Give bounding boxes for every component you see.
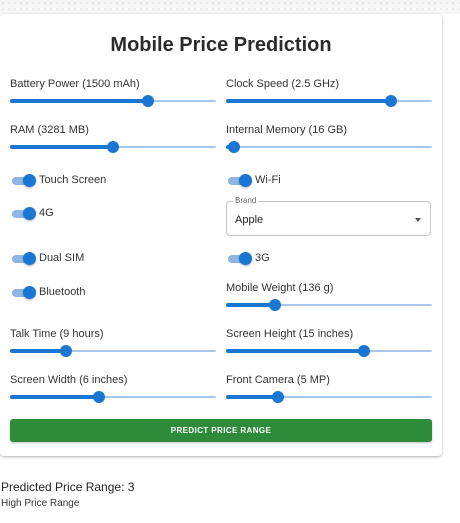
talk-time-slider[interactable] <box>10 344 216 358</box>
slider-thumb[interactable] <box>59 345 72 357</box>
four-g-toggle[interactable] <box>10 207 36 221</box>
wifi-toggle[interactable] <box>226 174 252 188</box>
screen-height-label: Screen Height (15 inches) <box>226 328 354 340</box>
clock-speed-label: Clock Speed (2.5 GHz) <box>226 78 340 90</box>
slider-thumb[interactable] <box>228 141 241 153</box>
touch-screen-label: Touch Screen <box>39 174 107 186</box>
mobile-weight-slider[interactable] <box>226 298 432 312</box>
screen-width-slider[interactable] <box>10 390 216 404</box>
touch-screen-toggle[interactable] <box>10 174 36 188</box>
background-pattern <box>0 0 460 14</box>
dual-sim-label: Dual SIM <box>39 252 85 264</box>
front-camera-label: Front Camera (5 MP) <box>226 374 330 386</box>
bluetooth-label: Bluetooth <box>39 286 86 298</box>
chevron-down-icon[interactable] <box>415 218 421 222</box>
slider-thumb[interactable] <box>142 95 155 107</box>
front-camera-slider[interactable] <box>226 390 432 404</box>
slider-thumb[interactable] <box>269 299 282 311</box>
three-g-toggle[interactable] <box>226 252 252 266</box>
dual-sim-toggle[interactable] <box>10 252 36 266</box>
slider-thumb[interactable] <box>358 345 371 357</box>
brand-select-value: Apple <box>235 214 264 226</box>
predict-price-range-button[interactable]: PREDICT PRICE RANGE <box>10 419 432 442</box>
mobile-weight-label: Mobile Weight (136 g) <box>226 282 334 294</box>
slider-thumb[interactable] <box>271 391 284 403</box>
page-title: Mobile Price Prediction <box>110 34 332 56</box>
slider-thumb[interactable] <box>107 141 119 153</box>
screen-width-label: Screen Width (6 inches) <box>10 374 128 386</box>
battery-power-slider[interactable] <box>10 94 216 108</box>
wifi-label: Wi-Fi <box>255 174 281 186</box>
screen-height-slider[interactable] <box>226 344 432 358</box>
internal-memory-slider[interactable] <box>226 140 432 154</box>
ram-label: RAM (3281 MB) <box>10 124 89 136</box>
internal-memory-label: Internal Memory (16 GB) <box>226 124 348 136</box>
clock-speed-slider[interactable] <box>226 94 432 108</box>
ram-slider[interactable] <box>10 140 216 154</box>
bluetooth-toggle[interactable] <box>10 286 36 300</box>
prediction-form-card: Mobile Price Prediction Battery Power (1… <box>0 14 442 456</box>
brand-select-legend: Brand <box>233 196 259 205</box>
three-g-label: 3G <box>255 252 270 264</box>
predicted-price-range-heading: Predicted Price Range: 3 <box>1 480 135 494</box>
four-g-label: 4G <box>39 207 54 219</box>
battery-power-label: Battery Power (1500 mAh) <box>10 78 140 90</box>
slider-thumb[interactable] <box>92 391 105 403</box>
brand-select[interactable]: Brand Apple <box>226 196 431 236</box>
talk-time-label: Talk Time (9 hours) <box>10 328 104 340</box>
slider-thumb[interactable] <box>384 95 397 107</box>
price-range-description: High Price Range <box>1 498 80 509</box>
